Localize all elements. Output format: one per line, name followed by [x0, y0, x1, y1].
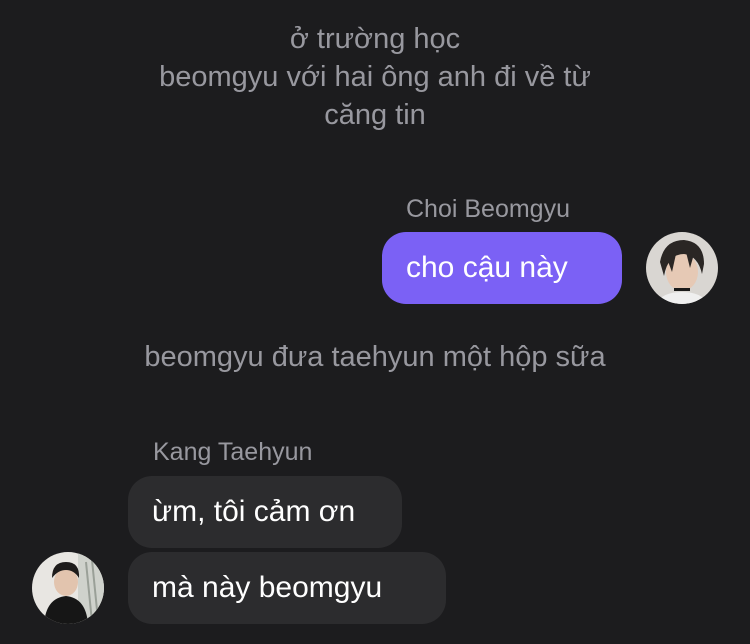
narration-line-3: căng tin [324, 99, 426, 131]
avatar-beomgyu-icon [646, 232, 718, 304]
message-bubble-incoming-1[interactable]: ừm, tôi cảm ơn [128, 476, 402, 548]
message-text: cho cậu này [406, 251, 568, 284]
narration-line-1: ở trường học [289, 23, 461, 55]
message-bubble-incoming-2[interactable]: mà này beomgyu [128, 552, 446, 624]
narration-middle-line: beomgyu đưa taehyun một hộp sữa [144, 341, 606, 373]
avatar-beomgyu[interactable] [646, 232, 718, 304]
narration-line-2: beomgyu với hai ông anh đi về từ [159, 61, 591, 93]
sender-name-beomgyu: Choi Beomgyu [406, 195, 570, 223]
message-text: ừm, tôi cảm ơn [152, 495, 356, 528]
avatar-taehyun[interactable] [32, 552, 104, 624]
scene-narration-top: ở trường học beomgyu với hai ông anh đi … [0, 20, 750, 134]
message-text: mà này beomgyu [152, 571, 383, 604]
scene-narration-middle: beomgyu đưa taehyun một hộp sữa [0, 338, 750, 376]
message-bubble-outgoing[interactable]: cho cậu này [382, 232, 622, 304]
sender-name-taehyun: Kang Taehyun [153, 438, 313, 466]
avatar-taehyun-icon [32, 552, 104, 624]
